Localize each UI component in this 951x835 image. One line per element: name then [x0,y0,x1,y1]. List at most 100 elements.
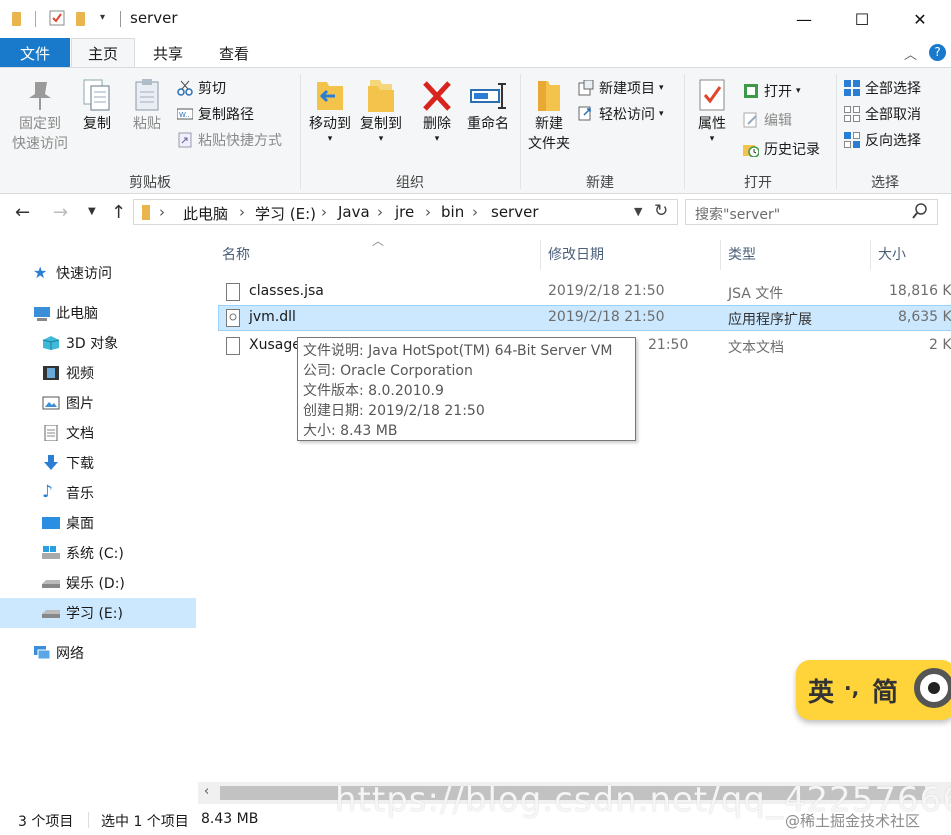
maximize-button[interactable]: ☐ [833,0,891,38]
crumb-this-pc[interactable]: 此电脑 [183,203,228,224]
sidebar-item-quick-access[interactable]: ★ 快速访问 [0,258,196,288]
new-item-button[interactable]: 新建项目 ▾ [578,77,664,99]
crumb-jre[interactable]: jre [395,203,414,221]
up-icon[interactable]: ↑ [111,202,126,223]
sidebar-item-desktop[interactable]: 桌面 [0,508,196,538]
ime-simplified[interactable]: 简 [872,672,898,709]
sidebar-item-pictures[interactable]: 图片 [0,388,196,418]
sidebar-item-music[interactable]: ♪ 音乐 [0,478,196,508]
sidebar-item-drive-e[interactable]: 学习 (E:) [0,598,196,628]
delete-button[interactable]: 删除 ▾ [418,78,456,144]
column-divider[interactable] [870,240,871,270]
paste-shortcut-icon [177,132,193,148]
recent-locations-icon[interactable]: ▼ [88,206,96,217]
back-icon[interactable]: ← [15,202,30,223]
forward-icon[interactable]: → [53,202,68,223]
sidebar-item-documents[interactable]: 文档 [0,418,196,448]
new-folder-button[interactable]: 新建 文件夹 [524,78,574,154]
crumb-sep-icon[interactable]: › [321,203,327,221]
pin-quick-access-button[interactable]: 固定到 快速访问 [8,78,72,154]
crumb-server[interactable]: server [491,203,538,221]
table-row[interactable]: jvm.dll 2019/2/18 21:50 应用程序扩展 8,635 K [218,305,951,331]
column-divider[interactable] [540,240,541,270]
document-icon [42,424,60,442]
sidebar-item-drive-d[interactable]: 娱乐 (D:) [0,568,196,598]
column-header-size[interactable]: 大小 [878,244,906,264]
search-input[interactable]: 搜索"server" [685,199,938,225]
scroll-left-icon[interactable]: ‹ [204,784,209,799]
tooltip-version: 文件版本: 8.0.2010.9 [303,383,444,399]
copy-path-button[interactable]: W.. 复制路径 [176,103,254,125]
file-size: 18,816 K [889,283,951,299]
copy-label: 复制 [83,116,111,132]
select-none-label: 全部取消 [865,107,921,123]
file-name: Xusage [249,337,301,353]
sidebar-item-drive-c[interactable]: 系统 (C:) [0,538,196,568]
paste-shortcut-button[interactable]: 粘贴快捷方式 [177,129,282,151]
collapse-ribbon-icon[interactable]: ︿ [904,44,917,63]
sidebar-item-3d-objects[interactable]: 3D 对象 [0,328,196,358]
address-box[interactable]: › 此电脑 › 学习 (E:) › Java › jre › bin › ser… [133,199,678,225]
column-header-type[interactable]: 类型 [728,244,756,264]
sidebar-item-videos[interactable]: 视频 [0,358,196,388]
tab-file[interactable]: 文件 [0,38,70,68]
ime-language[interactable]: 英 [808,672,834,709]
invert-selection-label: 反向选择 [865,133,921,149]
cut-label: 剪切 [198,81,226,97]
copy-button[interactable]: 复制 [78,78,116,134]
select-all-button[interactable]: 全部选择 [844,77,921,99]
ime-punctuation[interactable]: ·, [844,676,859,700]
crumb-bin[interactable]: bin [441,203,464,221]
sort-ascending-icon: ︿ [372,234,385,248]
computer-icon [33,306,51,322]
refresh-icon[interactable]: ↻ [654,201,668,221]
move-to-button[interactable]: 移动到 ▾ [305,78,355,144]
sidebar-item-downloads[interactable]: 下载 [0,448,196,478]
search-icon[interactable] [912,202,928,224]
minimize-button[interactable]: — [775,0,833,38]
copy-to-button[interactable]: 复制到 ▾ [356,78,406,144]
rename-button[interactable]: 重命名 [462,78,514,134]
crumb-sep-icon[interactable]: › [425,203,431,221]
tab-view[interactable]: 查看 [203,38,265,68]
move-to-label: 移动到 [309,116,351,132]
select-none-button[interactable]: 全部取消 [844,103,921,125]
text-file-icon [226,337,240,355]
sidebar-item-this-pc[interactable]: 此电脑 [0,298,196,328]
crumb-drive-e[interactable]: 学习 (E:) [255,203,316,224]
paste-button[interactable]: 粘贴 [127,78,167,134]
open-button[interactable]: 打开 ▾ [743,80,801,102]
new-folder-label-2: 文件夹 [528,136,570,152]
crumb-sep-icon[interactable]: › [472,203,478,221]
cut-button[interactable]: 剪切 [177,77,226,99]
column-divider[interactable] [720,240,721,270]
address-dropdown-icon[interactable]: ▼ [634,205,642,218]
edit-button[interactable]: 编辑 [743,109,792,131]
sidebar-item-label: 下载 [66,456,94,472]
group-sep-4 [836,74,837,189]
crumb-sep-icon[interactable]: › [377,203,383,221]
column-header-name[interactable]: 名称 [222,244,250,264]
table-row[interactable]: classes.jsa 2019/2/18 21:50 JSA 文件 18,81… [218,279,951,305]
properties-quick-icon[interactable] [49,10,65,26]
crumb-sep-icon[interactable]: › [159,203,165,221]
sidebar-item-network[interactable]: 网络 [0,638,196,668]
ime-toolbar[interactable]: 英 ·, 简 [796,660,951,720]
invert-selection-button[interactable]: 反向选择 [844,129,921,151]
crumb-sep-icon[interactable]: › [239,203,245,221]
easy-access-button[interactable]: 轻松访问 ▾ [578,103,664,125]
crumb-java[interactable]: Java [338,203,370,221]
tab-home[interactable]: 主页 [71,38,135,68]
sidebar-item-label: 图片 [66,396,94,412]
close-button[interactable]: ✕ [891,0,949,38]
column-header-date[interactable]: 修改日期 [548,244,604,264]
new-folder-quick-icon[interactable] [76,10,92,26]
tab-share[interactable]: 共享 [137,38,199,68]
customize-quick-access-icon[interactable]: ▾ [100,12,105,23]
help-icon[interactable]: ? [929,44,946,61]
history-icon [743,141,760,158]
history-label: 历史记录 [764,142,820,158]
paste-label: 粘贴 [133,116,161,132]
properties-button[interactable]: 属性 ▾ [690,78,734,144]
history-button[interactable]: 历史记录 [743,138,820,160]
